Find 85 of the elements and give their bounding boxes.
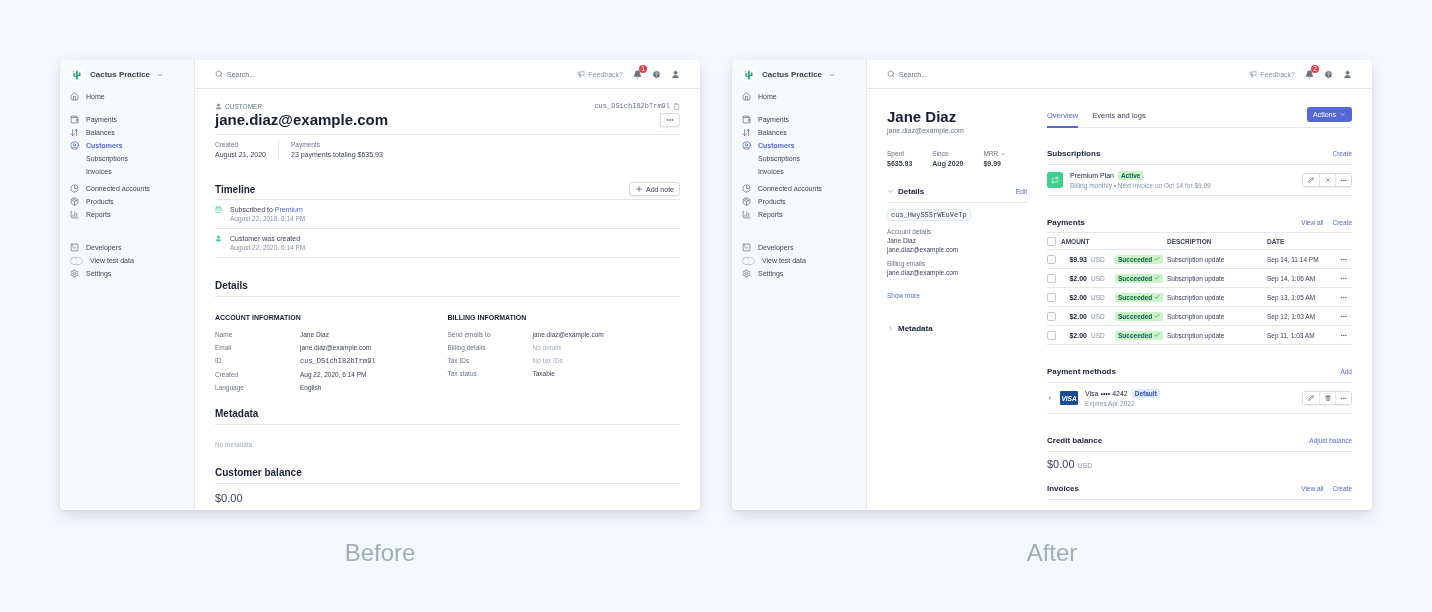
section-title: Invoices bbox=[1047, 484, 1079, 493]
cactus-logo-icon bbox=[742, 67, 756, 82]
user-icon[interactable] bbox=[671, 69, 680, 79]
pie-chart-icon bbox=[70, 184, 79, 193]
toggle-switch[interactable] bbox=[742, 256, 755, 265]
help-icon[interactable] bbox=[652, 69, 661, 79]
caret-down-icon[interactable] bbox=[887, 188, 894, 195]
section-title: Subscriptions bbox=[1047, 149, 1101, 158]
home-icon bbox=[70, 92, 79, 101]
person-circle-icon bbox=[742, 141, 751, 150]
close-icon bbox=[1324, 177, 1331, 183]
chevron-down-icon bbox=[1339, 111, 1346, 118]
wallet-icon bbox=[70, 115, 79, 124]
search-icon bbox=[887, 70, 895, 78]
megaphone-icon bbox=[1249, 70, 1258, 78]
check-icon bbox=[1154, 332, 1161, 338]
section-title: Customer balance bbox=[215, 467, 302, 478]
search-icon bbox=[215, 70, 223, 78]
megaphone-icon bbox=[577, 70, 586, 78]
arrows-icon bbox=[742, 128, 751, 137]
toggle-switch[interactable] bbox=[70, 256, 83, 265]
wallet-icon bbox=[742, 115, 751, 124]
checkbox[interactable] bbox=[1047, 311, 1056, 321]
notifications-icon[interactable] bbox=[633, 69, 642, 79]
more-icon bbox=[666, 116, 674, 124]
checkbox[interactable] bbox=[1047, 292, 1056, 302]
caption: After bbox=[1026, 538, 1078, 568]
settings-icon bbox=[70, 269, 79, 278]
caret-right-icon[interactable] bbox=[887, 325, 894, 332]
section-title: Metadata bbox=[898, 324, 933, 333]
checkbox[interactable] bbox=[1047, 273, 1056, 283]
section-title: Payment methods bbox=[1047, 367, 1116, 376]
customer-name: Jane Diaz bbox=[887, 107, 958, 127]
box-icon bbox=[70, 197, 79, 206]
check-icon bbox=[1154, 275, 1161, 281]
cactus-logo-icon bbox=[70, 67, 84, 82]
chevron-down-icon[interactable] bbox=[1000, 150, 1007, 157]
edit-button[interactable] bbox=[1303, 392, 1319, 404]
more-button[interactable] bbox=[660, 113, 680, 127]
account-name[interactable]: Cactus Practice bbox=[762, 70, 823, 79]
credit-amount: $0.00 bbox=[1047, 458, 1075, 470]
box-icon bbox=[742, 197, 751, 206]
caret-right-icon[interactable] bbox=[1047, 395, 1053, 401]
arrows-icon bbox=[70, 128, 79, 137]
checkbox[interactable] bbox=[1047, 254, 1056, 264]
section-title: Credit balance bbox=[1047, 436, 1103, 445]
pencil-icon bbox=[1308, 177, 1314, 183]
caption: Before bbox=[344, 538, 416, 568]
cancel-button[interactable] bbox=[1319, 174, 1335, 186]
account-name[interactable]: Cactus Practice bbox=[90, 70, 151, 79]
user-icon[interactable] bbox=[1343, 69, 1352, 79]
more-button[interactable] bbox=[1335, 174, 1351, 186]
clipboard-icon[interactable] bbox=[673, 102, 680, 110]
check-icon bbox=[1154, 294, 1161, 300]
more-button[interactable] bbox=[1335, 392, 1351, 404]
person-circle-icon bbox=[70, 141, 79, 150]
calendar-icon bbox=[215, 206, 222, 213]
notifications-icon[interactable] bbox=[1305, 69, 1314, 79]
terminal-icon bbox=[742, 243, 751, 252]
settings-icon bbox=[742, 269, 751, 278]
help-icon[interactable] bbox=[1324, 69, 1333, 79]
terminal-icon bbox=[70, 243, 79, 252]
section-title: Details bbox=[215, 280, 248, 291]
delete-button[interactable] bbox=[1319, 392, 1335, 404]
bar-chart-icon bbox=[70, 210, 79, 219]
check-icon bbox=[1154, 256, 1161, 262]
bar-chart-icon bbox=[742, 210, 751, 219]
home-icon bbox=[742, 92, 751, 101]
checkbox[interactable] bbox=[1047, 236, 1056, 246]
plus-icon bbox=[634, 185, 643, 193]
balance-amount: $0.00 bbox=[215, 492, 243, 504]
checkbox[interactable] bbox=[1047, 330, 1056, 340]
customer-email-title: jane.diaz@example.com bbox=[215, 110, 389, 130]
section-title: Timeline bbox=[215, 183, 256, 195]
pie-chart-icon bbox=[742, 184, 751, 193]
section-title: Metadata bbox=[215, 408, 259, 419]
section-title: Details bbox=[898, 187, 925, 196]
person-icon bbox=[215, 235, 222, 242]
check-icon bbox=[1154, 313, 1161, 319]
person-icon bbox=[215, 102, 222, 110]
pencil-icon bbox=[1308, 395, 1314, 401]
plan-icon bbox=[1047, 172, 1063, 188]
section-title: Payments bbox=[1047, 218, 1085, 227]
edit-button[interactable] bbox=[1303, 174, 1319, 186]
trash-icon bbox=[1324, 395, 1331, 401]
